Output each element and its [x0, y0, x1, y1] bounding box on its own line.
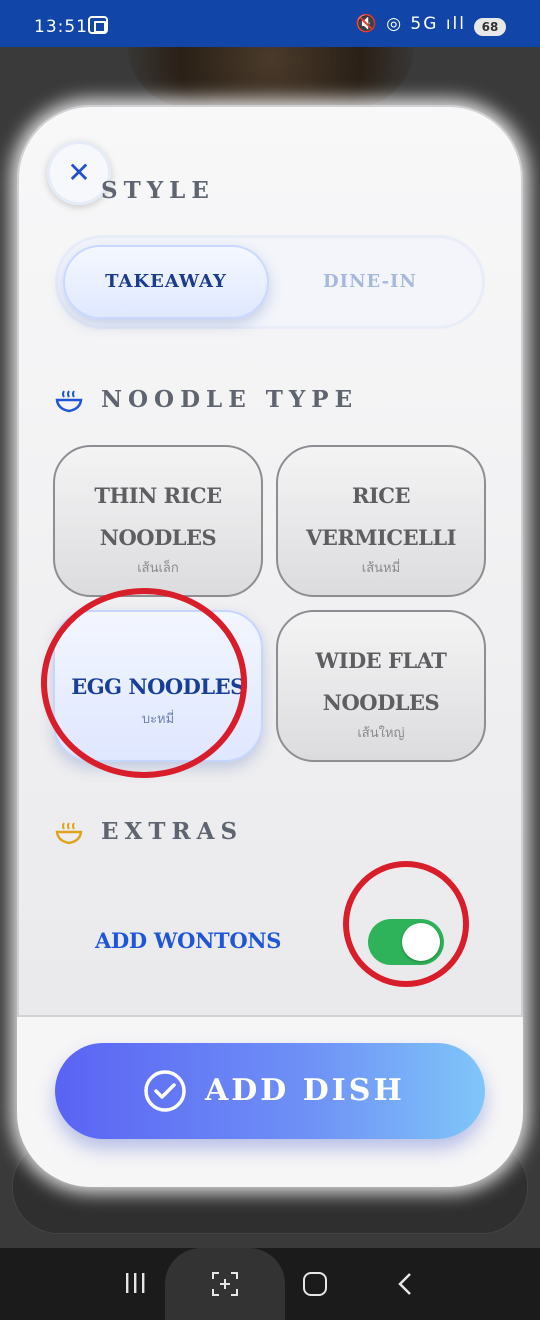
noodle-type-section-title: NOODLE TYPE — [101, 386, 359, 413]
add-dish-button[interactable]: ADD DISH — [55, 1043, 485, 1139]
screen-capture-icon[interactable] — [211, 1271, 239, 1297]
extras-section-title: EXTRAS — [101, 818, 244, 845]
noodle-option-rice-vermicelli[interactable]: RICE VERMICELLI เส้นหมี่ — [276, 445, 486, 597]
noodle-option-thai: เส้นเล็ก — [137, 561, 179, 576]
takeaway-option[interactable]: TAKEAWAY — [63, 245, 269, 319]
noodle-option-name: WIDE FLAT NOODLES — [315, 648, 447, 715]
style-segmented-control: TAKEAWAY DINE-IN — [55, 235, 485, 329]
add-dish-label: ADD DISH — [205, 1073, 405, 1108]
screenshot-icon — [88, 16, 108, 34]
back-icon[interactable] — [398, 1272, 412, 1296]
status-icons: 🔇 ◎ 5G ıll — [355, 14, 466, 34]
add-wontons-label: ADD WONTONS — [95, 928, 282, 953]
close-icon: ✕ — [67, 156, 91, 189]
sheet-footer: ADD DISH — [17, 1015, 523, 1187]
system-nav-bar — [0, 1248, 540, 1320]
annotation-circle-toggle — [343, 861, 469, 987]
background-food-image — [128, 47, 414, 107]
noodle-option-name: THIN RICE NOODLES — [94, 483, 222, 550]
style-section-title: STYLE — [101, 177, 215, 204]
recent-apps-icon[interactable] — [124, 1272, 146, 1294]
noodle-bowl-icon — [55, 390, 83, 413]
battery-indicator: 68 — [474, 18, 506, 36]
check-circle-icon — [144, 1070, 186, 1112]
annotation-circle-egg-noodles — [41, 588, 247, 778]
status-bar: 13:51 🔇 ◎ 5G ıll 68 — [0, 0, 540, 47]
noodle-option-thai: เส้นใหญ่ — [357, 726, 405, 741]
noodle-option-wide-flat[interactable]: WIDE FLAT NOODLES เส้นใหญ่ — [276, 610, 486, 762]
dine-in-option[interactable]: DINE-IN — [267, 245, 473, 319]
noodle-option-name: RICE VERMICELLI — [306, 483, 456, 550]
home-icon[interactable] — [303, 1272, 327, 1296]
status-time: 13:51 — [34, 17, 88, 37]
noodle-option-thin-rice[interactable]: THIN RICE NOODLES เส้นเล็ก — [53, 445, 263, 597]
extras-bowl-icon — [55, 822, 83, 845]
noodle-option-thai: เส้นหมี่ — [361, 561, 401, 576]
